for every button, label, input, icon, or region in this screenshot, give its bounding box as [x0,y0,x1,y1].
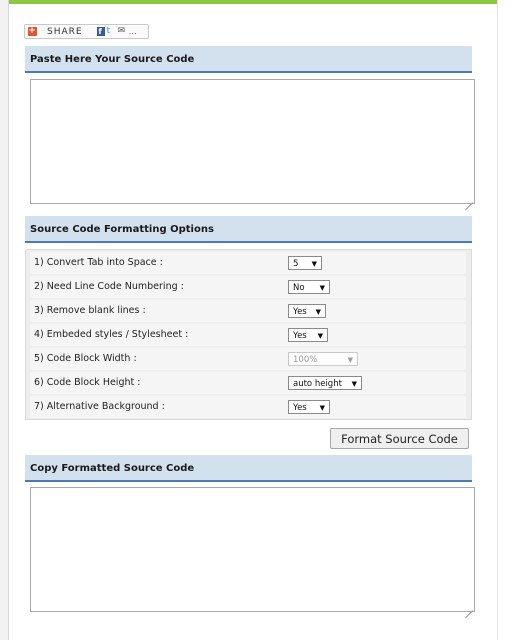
option-label: 1) Convert Tab into Space : [34,257,163,268]
twitter-icon[interactable]: t [107,27,117,36]
embedded-styles-select[interactable]: Yes ▼ [288,328,328,342]
formatted-code-header: Copy Formatted Source Code [25,455,472,482]
option-row-alt-background: 7) Alternative Background : Yes ▼ [30,396,466,418]
source-resize-grip[interactable] [465,195,473,203]
option-label: 7) Alternative Background : [34,401,165,412]
option-label: 6) Code Block Height : [34,377,141,388]
formatting-options-header: Source Code Formatting Options [25,216,472,243]
left-page-edge [0,0,9,640]
option-label: 3) Remove blank lines : [34,305,146,316]
select-value: auto height [293,379,342,389]
option-label: 2) Need Line Code Numbering : [34,281,184,292]
option-label: 5) Code Block Width : [34,353,137,364]
formatted-code-output[interactable] [30,487,475,612]
block-width-select: 100% ▼ [288,352,358,366]
select-value: Yes [293,331,307,341]
option-row-remove-blank-lines: 3) Remove blank lines : Yes ▼ [30,300,466,322]
right-page-edge [497,0,512,640]
share-plus-icon: + [28,26,37,36]
chevron-down-icon: ▼ [311,260,317,268]
top-accent-bar [0,0,512,4]
source-code-input[interactable] [30,79,475,204]
alt-background-select[interactable]: Yes ▼ [288,400,330,414]
chevron-down-icon: ▼ [315,308,321,316]
line-numbering-select[interactable]: No ▼ [288,280,330,294]
remove-blank-lines-select[interactable]: Yes ▼ [288,304,326,318]
option-row-line-numbering: 2) Need Line Code Numbering : No ▼ [30,276,466,298]
option-row-block-height: 6) Code Block Height : auto height ▼ [30,372,466,394]
output-resize-grip[interactable] [465,603,473,611]
chevron-down-icon: ▼ [351,380,357,388]
option-row-tab-space: 1) Convert Tab into Space : 5 ▼ [30,252,466,274]
share-more-icon[interactable]: … [129,27,137,36]
share-widget[interactable]: + SHARE f t ✉ … [24,24,149,39]
chevron-down-icon: ▼ [319,404,325,412]
option-row-block-width: 5) Code Block Width : 100% ▼ [30,348,466,370]
formatting-options-panel: 1) Convert Tab into Space : 5 ▼ 2) Need L… [25,249,472,420]
mail-icon[interactable]: ✉ [118,27,128,36]
option-label: 4) Embeded styles / Stylesheet : [34,329,189,340]
format-source-code-button[interactable]: Format Source Code [330,428,469,449]
source-code-header: Paste Here Your Source Code [25,46,472,73]
select-value: 100% [293,355,318,365]
block-height-select[interactable]: auto height ▼ [288,376,362,390]
select-value: 5 [293,259,299,269]
select-value: Yes [293,403,307,413]
share-label: SHARE [47,26,83,37]
option-row-embedded-styles: 4) Embeded styles / Stylesheet : Yes ▼ [30,324,466,346]
tab-space-select[interactable]: 5 ▼ [288,256,322,270]
select-value: No [293,283,305,293]
chevron-down-icon: ▼ [347,356,353,364]
select-value: Yes [293,307,307,317]
facebook-icon[interactable]: f [96,27,105,36]
chevron-down-icon: ▼ [319,284,325,292]
chevron-down-icon: ▼ [317,332,323,340]
